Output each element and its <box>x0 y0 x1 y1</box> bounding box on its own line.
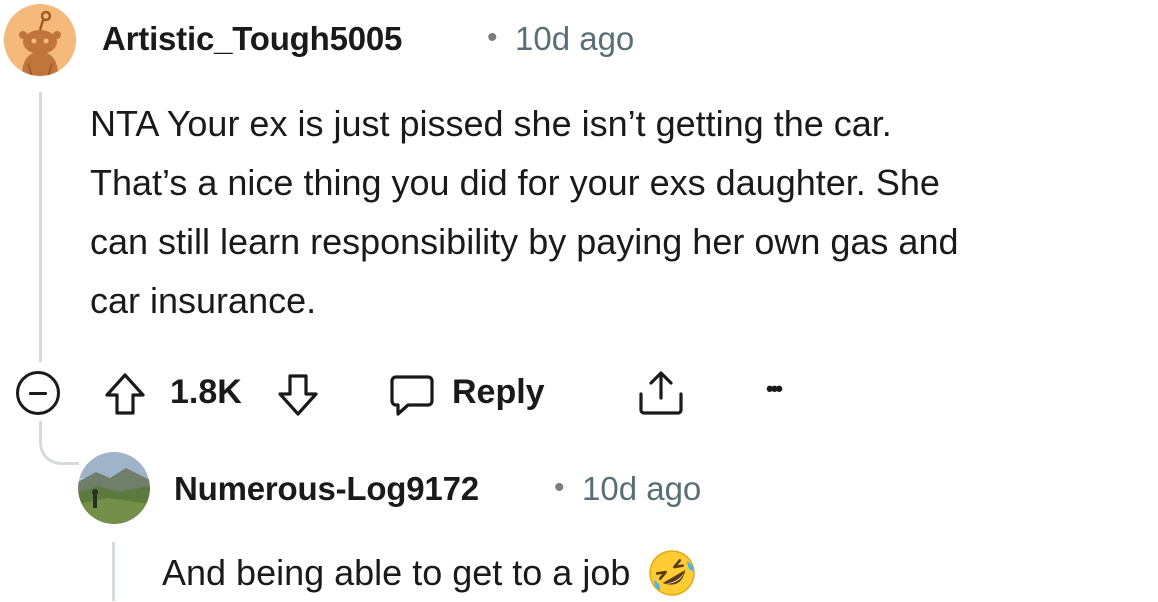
meta-separator: • <box>554 471 565 504</box>
reddit-snoo-avatar-icon <box>4 4 76 76</box>
reply-button[interactable]: Reply <box>388 369 558 419</box>
comment-timestamp: 10d ago <box>515 20 635 57</box>
comment-timestamp: 10d ago <box>582 470 702 507</box>
share-icon <box>639 371 683 415</box>
upvote-button[interactable] <box>102 371 148 417</box>
meta-separator: • <box>487 21 498 54</box>
speech-bubble-icon <box>390 375 434 416</box>
thread-connector-curve <box>39 421 79 465</box>
reply-body-text: And being able to get to a job <box>162 552 631 593</box>
upvote-arrow-icon <box>105 373 145 415</box>
comment-body-line: car insurance. <box>90 280 317 321</box>
landscape-photo-avatar-icon <box>78 452 150 524</box>
downvote-button[interactable] <box>275 372 321 418</box>
reply-label: Reply <box>452 373 545 411</box>
comment-body-line: NTA Your ex is just pissed she isn’t get… <box>90 103 892 144</box>
collapse-thread-button[interactable] <box>16 371 60 415</box>
comment-author[interactable]: Artistic_Tough5005 <box>102 20 402 58</box>
comment-body: NTA Your ex is just pissed she isn’t get… <box>90 94 1156 330</box>
user-avatar[interactable] <box>4 4 76 76</box>
share-button[interactable] <box>636 368 686 418</box>
comment-author[interactable]: Numerous-Log9172 <box>174 470 479 508</box>
user-avatar[interactable] <box>78 452 150 524</box>
comment-body-line: can still learn responsibility by paying… <box>90 221 959 262</box>
reply-body: And being able to get to a job <box>162 543 697 602</box>
downvote-arrow-icon <box>278 374 318 416</box>
thread-line <box>39 92 42 362</box>
vote-score: 1.8K <box>170 373 242 411</box>
comment-body-line: That’s a nice thing you did for your exs… <box>90 162 940 203</box>
reply-thread-line <box>112 542 115 601</box>
more-options-button[interactable]: ••• <box>766 376 783 402</box>
rolling-on-floor-laughing-emoji-icon <box>649 549 695 596</box>
more-dots-label: ••• <box>766 376 783 401</box>
